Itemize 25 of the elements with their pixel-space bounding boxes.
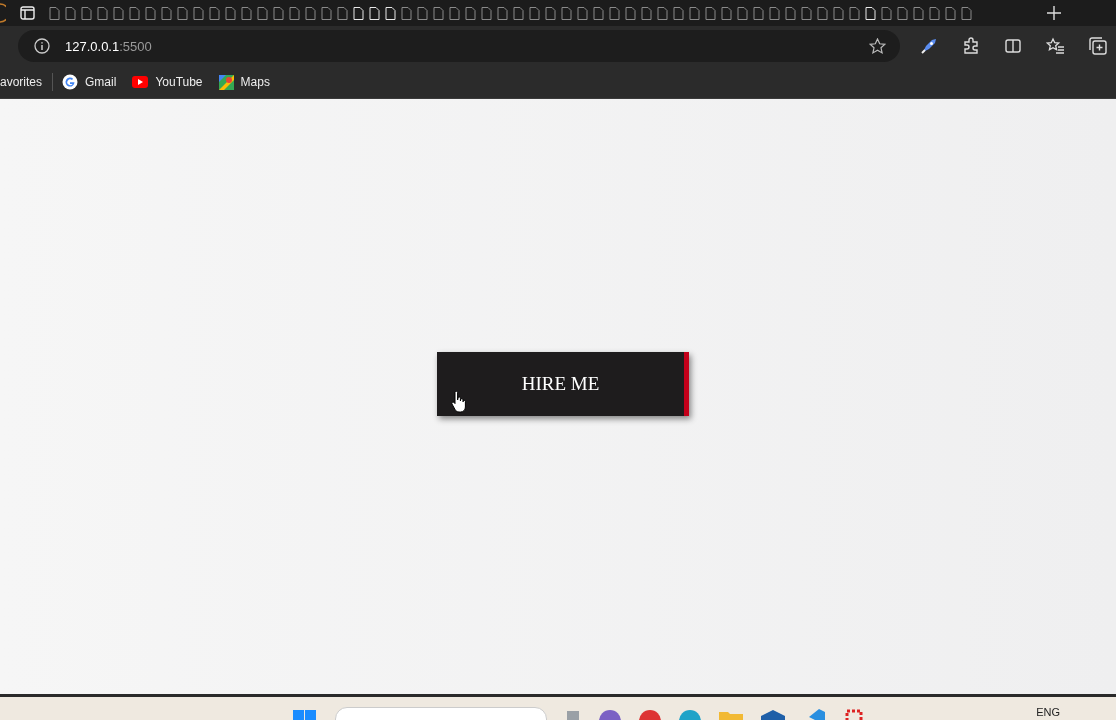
bookmark-link[interactable]: Maps <box>218 74 270 90</box>
star-icon[interactable] <box>869 37 886 55</box>
hire-me-button[interactable]: HIRE ME <box>437 352 689 416</box>
collections-icon[interactable] <box>1089 37 1107 55</box>
app-icon[interactable] <box>843 708 865 720</box>
language-indicator[interactable]: ENG <box>1036 697 1060 718</box>
bookmark-link[interactable]: avorites <box>0 75 43 89</box>
map-pin-icon <box>218 74 234 90</box>
address-field[interactable]: 127.0.0.1:5500 <box>18 30 900 62</box>
bookmark-link[interactable]: YouTube <box>132 75 203 89</box>
new-tab-icon[interactable] <box>1047 6 1061 20</box>
app-icon[interactable] <box>761 708 785 720</box>
app-icon[interactable] <box>599 708 621 720</box>
bookmark-link[interactable]: Gmail <box>62 74 117 90</box>
split-screen-icon[interactable] <box>1004 37 1022 55</box>
hand-cursor-icon <box>451 391 466 413</box>
app-icon[interactable] <box>639 708 661 720</box>
extensions-icon[interactable] <box>962 37 980 55</box>
info-icon[interactable] <box>34 38 50 54</box>
google-logo-icon <box>62 74 79 90</box>
windows-start-icon[interactable] <box>293 708 317 720</box>
tab-actions-icon[interactable] <box>20 6 35 20</box>
favorites-icon[interactable] <box>1046 37 1065 55</box>
play-logo-icon <box>132 76 149 88</box>
url-text: 127.0.0.1:5500 <box>65 38 153 54</box>
